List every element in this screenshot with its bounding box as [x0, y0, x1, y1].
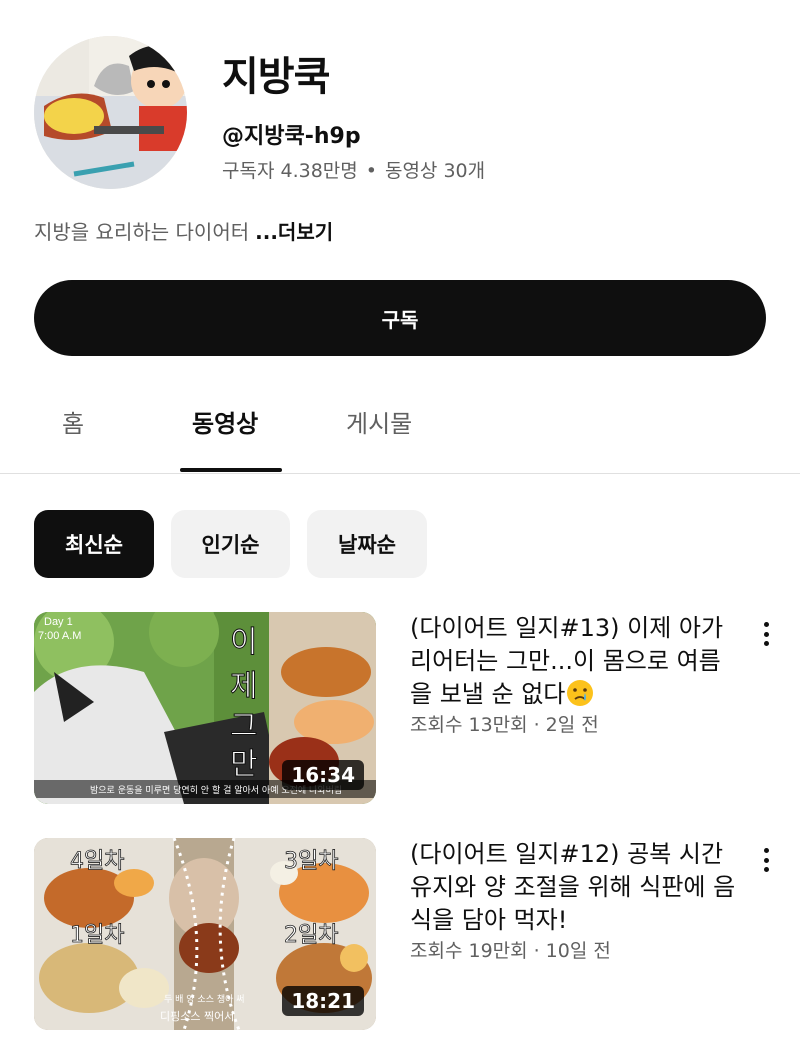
tab-videos[interactable]: 동영상: [192, 404, 258, 439]
chip-popular[interactable]: 인기순: [171, 510, 290, 578]
chip-latest[interactable]: 최신순: [34, 510, 154, 578]
thumb-day1-label: 1일차: [70, 923, 124, 948]
video-count: 동영상 30개: [384, 160, 486, 182]
channel-avatar[interactable]: [34, 36, 187, 189]
channel-description[interactable]: 지방을 요리하는 다이어터 ...더보기: [34, 216, 333, 245]
thumb-day4-label: 4일차: [70, 849, 124, 874]
chip-oldest[interactable]: 날짜순: [307, 510, 427, 578]
description-text: 지방을 요리하는 다이어터: [34, 220, 250, 244]
upload-age: 2일 전: [545, 714, 599, 736]
thumb-caption-2: 디핑소스 찍어서: [160, 1010, 234, 1023]
video-meta: 조회수 13만회 · 2일 전: [410, 710, 599, 737]
channel-handle: @지방쿡-h9p: [222, 124, 361, 149]
channel-name: 지방쿡: [222, 54, 330, 100]
video-item[interactable]: Day 1 7:00 A.M 이 제 그 만 밤으로 운동을 미루면 당연히 안…: [34, 612, 784, 804]
view-count: 조회수 19만회: [410, 940, 528, 962]
thumb-caption-1: 두 배 양 소스 챙아 써: [164, 994, 245, 1005]
active-tab-indicator: [180, 468, 282, 472]
video-thumbnail[interactable]: 4일차 3일차 1일차 2일차 두 배 양 소스 챙아 써 디핑소스 찍어서 1…: [34, 838, 376, 1030]
tab-posts[interactable]: 게시물: [346, 404, 412, 439]
more-link[interactable]: ...더보기: [255, 220, 333, 244]
channel-tabs: 홈 동영상 게시물: [0, 376, 800, 474]
thumb-day2-label: 2일차: [284, 923, 338, 948]
subscriber-count: 구독자 4.38만명: [222, 160, 358, 182]
more-options-icon[interactable]: [754, 618, 778, 650]
thumb-day3-label: 3일차: [284, 849, 338, 874]
crying-face-icon: [567, 680, 594, 706]
more-options-icon[interactable]: [754, 844, 778, 876]
meta-separator: ·: [533, 714, 540, 736]
upload-age: 10일 전: [545, 940, 611, 962]
video-item[interactable]: 4일차 3일차 1일차 2일차 두 배 양 소스 챙아 써 디핑소스 찍어서 1…: [34, 838, 784, 1030]
thumb-day-label: Day 1: [44, 616, 73, 628]
stat-separator: •: [365, 160, 377, 182]
thumb-vertical-char-2: 제: [230, 669, 258, 704]
video-thumbnail[interactable]: Day 1 7:00 A.M 이 제 그 만 밤으로 운동을 미루면 당연히 안…: [34, 612, 376, 804]
tab-home[interactable]: 홈: [62, 404, 84, 439]
thumb-time-label: 7:00 A.M: [38, 630, 81, 642]
video-meta: 조회수 19만회 · 10일 전: [410, 936, 611, 963]
channel-stats: 구독자 4.38만명 • 동영상 30개: [222, 156, 485, 183]
thumb-vertical-char-4: 만: [230, 747, 258, 782]
video-title[interactable]: (다이어트 일지#13) 이제 아가리어터는 그만...이 몸으로 여름을 보낼…: [410, 612, 738, 711]
subscribe-button[interactable]: 구독: [34, 280, 766, 356]
channel-header: 지방쿡 @지방쿡-h9p 구독자 4.38만명 • 동영상 30개: [34, 36, 774, 196]
video-duration: 18:21: [282, 986, 364, 1016]
thumb-vertical-char-1: 이: [230, 625, 258, 660]
meta-separator: ·: [533, 940, 540, 962]
thumb-vertical-char-3: 그: [230, 709, 258, 744]
video-title[interactable]: (다이어트 일지#12) 공복 시간 유지와 양 조절을 위해 식판에 음식을 …: [410, 838, 738, 937]
video-duration: 16:34: [282, 760, 364, 790]
view-count: 조회수 13만회: [410, 714, 528, 736]
